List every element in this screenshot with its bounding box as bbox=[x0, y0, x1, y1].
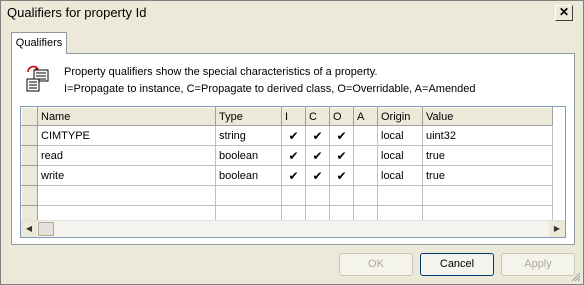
dialog-window: Qualifiers for property Id ✕ Qualifiers … bbox=[0, 0, 584, 285]
qualifiers-grid: Name Type I C O A Origin Value CIMTYPE s… bbox=[20, 106, 566, 238]
qualifier-properties-icon bbox=[26, 65, 49, 92]
cell-i-check[interactable]: ✔ bbox=[281, 165, 306, 186]
qualifiers-table: Name Type I C O A Origin Value CIMTYPE s… bbox=[21, 107, 553, 237]
window-title: Qualifiers for property Id bbox=[7, 5, 147, 20]
cell-a-check[interactable] bbox=[353, 145, 378, 166]
cancel-button[interactable]: Cancel bbox=[420, 253, 494, 276]
cell-i-check[interactable]: ✔ bbox=[281, 125, 306, 146]
cell-c-check[interactable]: ✔ bbox=[305, 145, 330, 166]
cell-type[interactable]: boolean bbox=[215, 145, 282, 166]
cell-name[interactable]: CIMTYPE bbox=[37, 125, 216, 146]
cell-o-check[interactable]: ✔ bbox=[329, 145, 354, 166]
cell-value[interactable]: uint32 bbox=[422, 125, 553, 146]
resize-grip-icon[interactable] bbox=[571, 272, 581, 282]
cell-origin[interactable]: local bbox=[377, 145, 423, 166]
close-button[interactable]: ✕ bbox=[555, 5, 573, 21]
row-selector[interactable] bbox=[21, 165, 38, 186]
scroll-thumb[interactable] bbox=[38, 222, 54, 236]
table-row[interactable]: read boolean ✔ ✔ ✔ local true bbox=[21, 145, 553, 166]
column-header-origin[interactable]: Origin bbox=[377, 107, 423, 126]
title-bar[interactable]: Qualifiers for property Id ✕ bbox=[1, 1, 583, 25]
cell-type[interactable]: boolean bbox=[215, 165, 282, 186]
cell-c-check[interactable]: ✔ bbox=[305, 125, 330, 146]
horizontal-scrollbar[interactable]: ◀ ▶ bbox=[21, 220, 565, 237]
column-header-name[interactable]: Name bbox=[37, 107, 216, 126]
cell-o-check[interactable]: ✔ bbox=[329, 125, 354, 146]
tab-qualifiers[interactable]: Qualifiers bbox=[11, 32, 67, 54]
table-row[interactable]: write boolean ✔ ✔ ✔ local true bbox=[21, 165, 553, 186]
column-header-o[interactable]: O bbox=[329, 107, 354, 126]
scroll-left-button[interactable]: ◀ bbox=[21, 221, 37, 237]
row-selector[interactable] bbox=[21, 125, 38, 146]
cell-a-check[interactable] bbox=[353, 165, 378, 186]
row-selector[interactable] bbox=[21, 145, 38, 166]
cell-origin[interactable]: local bbox=[377, 125, 423, 146]
cell-value[interactable]: true bbox=[422, 165, 553, 186]
column-header-value[interactable]: Value bbox=[422, 107, 553, 126]
description-line-2: I=Propagate to instance, C=Propagate to … bbox=[64, 83, 476, 95]
column-header-i[interactable]: I bbox=[281, 107, 306, 126]
cell-o-check[interactable]: ✔ bbox=[329, 165, 354, 186]
description-line-1: Property qualifiers show the special cha… bbox=[64, 66, 378, 78]
cell-name[interactable]: write bbox=[37, 165, 216, 186]
row-selector[interactable] bbox=[21, 185, 38, 206]
cell-c-check[interactable]: ✔ bbox=[305, 165, 330, 186]
table-row[interactable]: CIMTYPE string ✔ ✔ ✔ local uint32 bbox=[21, 125, 553, 146]
cell-name[interactable]: read bbox=[37, 145, 216, 166]
column-header-type[interactable]: Type bbox=[215, 107, 282, 126]
cell-origin[interactable]: local bbox=[377, 165, 423, 186]
column-header-c[interactable]: C bbox=[305, 107, 330, 126]
ok-button[interactable]: OK bbox=[339, 253, 413, 276]
column-header-a[interactable]: A bbox=[353, 107, 378, 126]
scroll-right-button[interactable]: ▶ bbox=[549, 221, 565, 237]
cell-value[interactable]: true bbox=[422, 145, 553, 166]
cell-a-check[interactable] bbox=[353, 125, 378, 146]
empty-row[interactable] bbox=[21, 185, 553, 206]
cell-i-check[interactable]: ✔ bbox=[281, 145, 306, 166]
apply-button[interactable]: Apply bbox=[501, 253, 575, 276]
corner-header bbox=[21, 107, 38, 126]
cell-type[interactable]: string bbox=[215, 125, 282, 146]
qualifiers-panel: Property qualifiers show the special cha… bbox=[11, 53, 575, 245]
